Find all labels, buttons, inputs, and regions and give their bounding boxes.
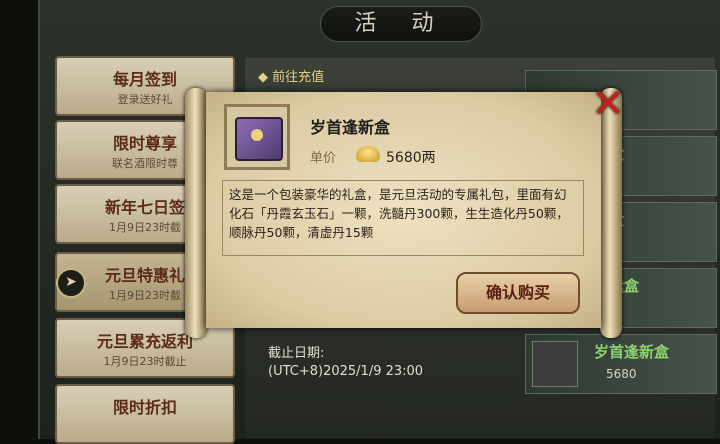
item-name: 岁首逢新盒 [310, 118, 391, 137]
gift-list-item[interactable]: 岁首逢新盒 5680 [525, 334, 717, 394]
deadline-label: 截止日期: [268, 346, 325, 361]
sidebar-item-title: 限时折扣 [112, 398, 177, 417]
page-title: 活 动 [320, 6, 482, 42]
price-label: 单价 [310, 151, 337, 166]
sidebar-item-title: 元旦累充返利 [96, 332, 193, 351]
gift-box-icon [532, 341, 578, 387]
item-description: 这是一个包装豪华的礼盒，是元旦活动的专属礼包，里面有幻化石「丹霞玄玉石」一颗，洗… [222, 180, 584, 256]
recharge-link[interactable]: ◆ 前往充值 [258, 66, 324, 85]
recharge-link-label: 前往充值 [272, 70, 325, 85]
sidebar-item-title: 每月签到 [112, 70, 177, 89]
deadline-value: (UTC+8)2025/1/9 23:00 [268, 364, 424, 379]
item-slot [224, 104, 290, 170]
confirm-purchase-button[interactable]: 确认购买 [456, 272, 580, 314]
gift-list-item-price: 5680 [606, 367, 637, 381]
gift-list-item-label: 岁首逢新盒 [594, 343, 670, 361]
close-icon[interactable]: ✕ [588, 84, 628, 124]
scroll-roll-left [185, 88, 207, 338]
selected-arrow-icon: ➤ [56, 268, 86, 298]
gold-ingot-icon: ◆ [258, 70, 268, 85]
sidebar-item-subtitle: 1月9日23时截止 [103, 355, 187, 368]
price-value: 5680两 [386, 150, 436, 166]
gift-box-icon [235, 117, 283, 161]
purchase-dialog: 岁首逢新盒 单价 5680两 这是一个包装豪华的礼盒，是元旦活动的专属礼包，里面… [206, 92, 601, 328]
gold-ingot-icon [356, 146, 380, 162]
sidebar-item-limited-discount[interactable]: 限时折扣 [55, 384, 235, 444]
